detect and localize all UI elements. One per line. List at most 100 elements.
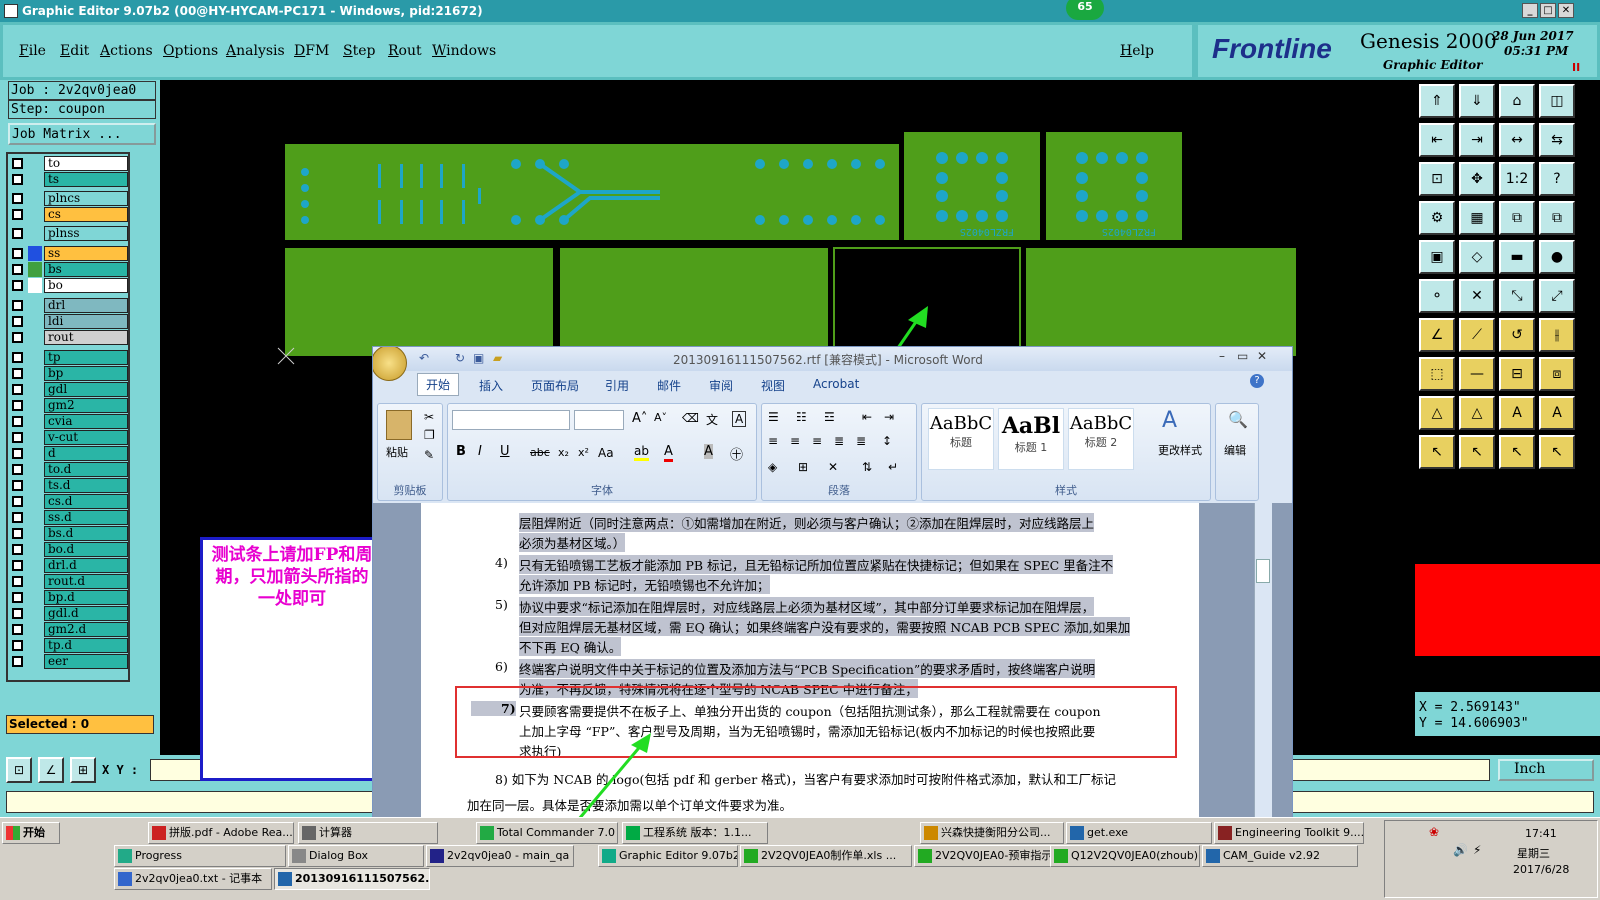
- layer-row-v-cut[interactable]: v-cut: [10, 430, 128, 445]
- taskbar-button[interactable]: Q12V2QV0JEA0(zhoub)...: [1050, 845, 1200, 867]
- layer-name[interactable]: ss: [44, 246, 128, 261]
- pan-down-tool-button[interactable]: ⇓: [1459, 84, 1495, 118]
- layer-checkbox[interactable]: [12, 464, 23, 475]
- layer-checkbox[interactable]: [12, 384, 23, 395]
- ribbon-tab[interactable]: 邮件: [657, 377, 681, 394]
- start-button[interactable]: 开始: [2, 822, 60, 844]
- layer-row-bo[interactable]: bo: [10, 278, 128, 293]
- layer-checkbox[interactable]: [12, 432, 23, 443]
- menu-file[interactable]: File: [19, 43, 46, 59]
- save-icon[interactable]: ▣: [473, 351, 484, 365]
- layer-checkbox[interactable]: [12, 193, 23, 204]
- clear-format-icon[interactable]: ⌫: [682, 411, 699, 425]
- shrink-font-icon[interactable]: A˅: [654, 411, 667, 424]
- layer-checkbox[interactable]: [12, 512, 23, 523]
- enclose-char-icon[interactable]: ㊉: [730, 444, 743, 463]
- underline-icon[interactable]: U: [500, 444, 510, 459]
- layer-name[interactable]: plncs: [44, 191, 128, 206]
- find-icon[interactable]: 🔍: [1228, 410, 1248, 429]
- help-tool-button[interactable]: ?: [1539, 162, 1575, 196]
- layer-name[interactable]: bs.d: [44, 526, 128, 541]
- layer-row-drl[interactable]: drl: [10, 298, 128, 313]
- format-painter-icon[interactable]: ✎: [424, 448, 434, 462]
- taskbar-button[interactable]: 2v2qv0jea0.txt - 记事本: [114, 868, 272, 890]
- layer-name[interactable]: bs: [44, 262, 128, 277]
- layer-name[interactable]: v-cut: [44, 430, 128, 445]
- home-tool-button[interactable]: ⌂: [1499, 84, 1535, 118]
- layer-row-d[interactable]: d: [10, 446, 128, 461]
- layer-row-drl.d[interactable]: drl.d: [10, 558, 128, 573]
- layer-row-plncs[interactable]: plncs: [10, 191, 128, 206]
- taskbar-button[interactable]: 计算器: [298, 822, 438, 844]
- layer-row-to[interactable]: to: [10, 156, 128, 171]
- paste-icon[interactable]: [386, 410, 412, 440]
- font-size-box[interactable]: [574, 410, 624, 430]
- char-shading-icon[interactable]: A: [704, 444, 713, 459]
- layer-checkbox[interactable]: [12, 209, 23, 220]
- menu-options[interactable]: Options: [163, 43, 218, 59]
- layer-checkbox[interactable]: [12, 352, 23, 363]
- word-minimize-button[interactable]: –: [1219, 349, 1225, 363]
- units-dropdown[interactable]: Inch: [1498, 759, 1594, 781]
- volume-icon[interactable]: 🔊: [1453, 843, 1468, 857]
- layer-checkbox[interactable]: [12, 592, 23, 603]
- swap-tool-button[interactable]: ⇆: [1539, 123, 1575, 157]
- taskbar-button[interactable]: 20130916111507562...: [274, 868, 430, 890]
- layer-name[interactable]: ldi: [44, 314, 128, 329]
- layer-name[interactable]: gdl.d: [44, 606, 128, 621]
- layer-name[interactable]: ts: [44, 172, 128, 187]
- layer-row-ss.d[interactable]: ss.d: [10, 510, 128, 525]
- font-color-icon[interactable]: A: [664, 444, 673, 462]
- zoom-box-tool-button[interactable]: ⊡: [1419, 162, 1455, 196]
- layer-name[interactable]: tp.d: [44, 638, 128, 653]
- menu-analysis[interactable]: Analysis: [226, 43, 285, 59]
- ribbon-tab[interactable]: 页面布局: [531, 377, 579, 394]
- layer-checkbox[interactable]: [12, 280, 23, 291]
- layer-checkbox[interactable]: [12, 228, 23, 239]
- cross-tool-button[interactable]: ✕: [1459, 279, 1495, 313]
- ribbon-tab[interactable]: 开始: [417, 373, 460, 396]
- layer-row-tp[interactable]: tp: [10, 350, 128, 365]
- borders-icon[interactable]: ⊞: [798, 460, 808, 474]
- pointer-a-tool-button[interactable]: ↖: [1419, 435, 1455, 469]
- layer-row-ts.d[interactable]: ts.d: [10, 478, 128, 493]
- taskbar-button[interactable]: Total Commander 7.0 ...: [476, 822, 618, 844]
- sort-icon[interactable]: ⇅: [862, 460, 872, 474]
- layer-name[interactable]: ss.d: [44, 510, 128, 525]
- grid-tool-button[interactable]: ▦: [1459, 201, 1495, 235]
- layer-checkbox[interactable]: [12, 656, 23, 667]
- layer-row-bo.d[interactable]: bo.d: [10, 542, 128, 557]
- ribbon-tab[interactable]: 视图: [761, 377, 785, 394]
- taskbar-button[interactable]: 兴森快捷衡阳分公司...: [920, 822, 1064, 844]
- frame-tool-button[interactable]: ⧈: [1539, 357, 1575, 391]
- multilevel-icon[interactable]: ☲: [824, 410, 835, 424]
- zoom-tool-button[interactable]: ⊡: [6, 757, 32, 783]
- layer-name[interactable]: gm2.d: [44, 622, 128, 637]
- layer-name[interactable]: cs: [44, 207, 128, 222]
- word-window[interactable]: ↶ ↻ ▣ ▰ 20130916111507562.rtf [兼容模式] - M…: [372, 346, 1293, 818]
- align-center-icon[interactable]: ≡: [790, 434, 800, 448]
- taskbar-button[interactable]: Graphic Editor 9.07b2 (0...: [598, 845, 738, 867]
- layer-name[interactable]: to.d: [44, 462, 128, 477]
- layer-checkbox[interactable]: [12, 316, 23, 327]
- layer-checkbox[interactable]: [12, 624, 23, 635]
- layer-name[interactable]: tp: [44, 350, 128, 365]
- layer-checkbox[interactable]: [12, 576, 23, 587]
- font-name-box[interactable]: [452, 410, 570, 430]
- strikethrough-icon[interactable]: abc: [530, 446, 550, 459]
- pan-tool-button[interactable]: ✥: [1459, 162, 1495, 196]
- document-page[interactable]: 层阻焊附近（同时注意两点：①如需增加在附近，则必须与客户确认；②添加在阻焊层时，…: [421, 503, 1199, 817]
- style-gallery-item[interactable]: AaBl 标题 1: [998, 408, 1064, 470]
- phonetic-icon[interactable]: 文: [706, 411, 718, 428]
- layer-checkbox[interactable]: [12, 332, 23, 343]
- settings-tool-button[interactable]: ⚙: [1419, 201, 1455, 235]
- dot-tool-button[interactable]: ●: [1539, 240, 1575, 274]
- layer-checkbox[interactable]: [12, 480, 23, 491]
- taskbar-button[interactable]: Engineering Toolkit 9....: [1214, 822, 1364, 844]
- vertical-scrollbar[interactable]: [1254, 503, 1272, 817]
- layer-row-bs.d[interactable]: bs.d: [10, 526, 128, 541]
- taskbar-button[interactable]: CAM_Guide v2.92: [1202, 845, 1358, 867]
- slash-tool-button[interactable]: ⟋: [1459, 318, 1495, 352]
- line-tool-button[interactable]: ▬: [1499, 240, 1535, 274]
- pad-tool-button[interactable]: ▣: [1419, 240, 1455, 274]
